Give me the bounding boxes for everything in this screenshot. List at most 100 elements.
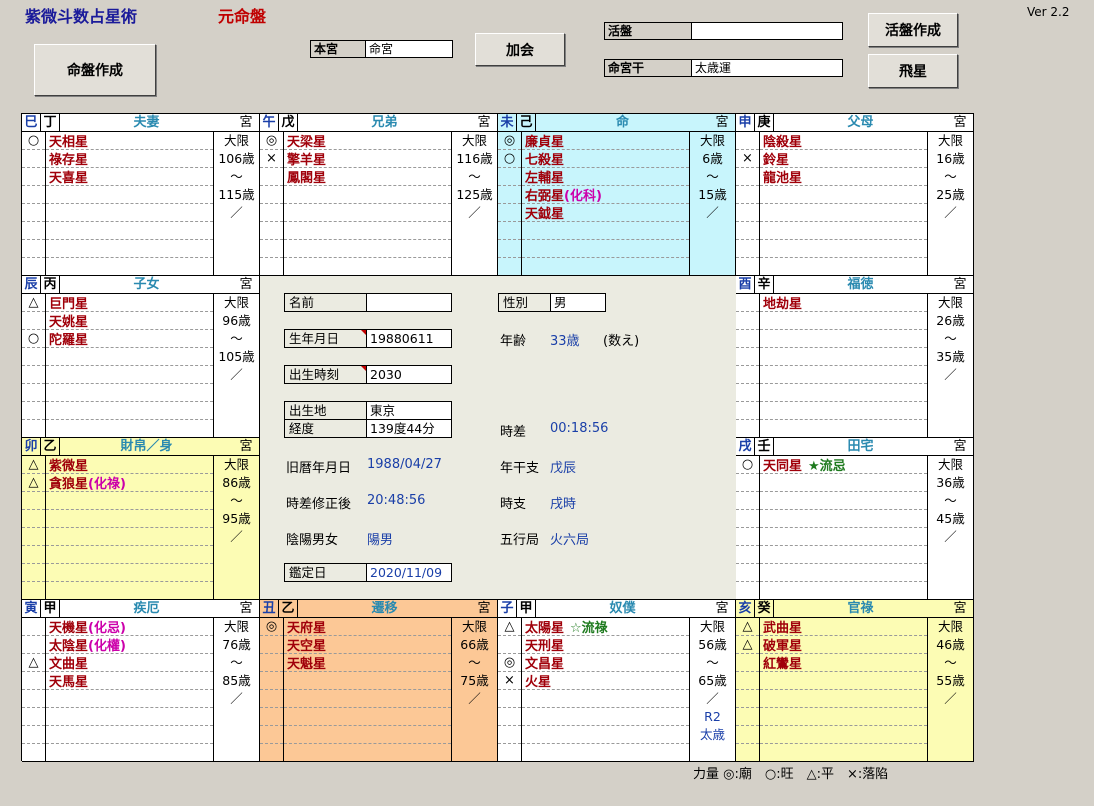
- name-field[interactable]: 名前: [284, 293, 452, 312]
- inyo-label: 陰陽男女: [286, 533, 339, 548]
- strength-mark: [736, 708, 759, 726]
- strength-mark: ×: [736, 150, 759, 168]
- star-row: [46, 492, 213, 510]
- strength-mark: [22, 708, 45, 726]
- timediff-value: 00:18:56: [550, 421, 609, 436]
- daigen-text: R2: [704, 709, 721, 724]
- daigen-text: 16歳: [936, 151, 965, 166]
- daigen-text: ～: [944, 331, 957, 346]
- star-row: [522, 258, 689, 275]
- transform-tag: (化權): [88, 639, 126, 654]
- star-row: 巨門星: [46, 294, 213, 312]
- strength-mark: [736, 384, 759, 402]
- star-column: 天機星 (化忌) 太陰星 (化權) 文曲星 天馬星: [46, 618, 214, 761]
- daigen-text: 15歳: [698, 187, 727, 202]
- star-row: [760, 474, 927, 492]
- strength-column: △ ○: [22, 294, 46, 437]
- birthdate-field[interactable]: 生年月日 19880611: [284, 329, 452, 348]
- strength-mark: [22, 564, 45, 582]
- palace-you: 酉辛 福徳 宮地劫星 大限 26歳 ～ 35歳 ／: [736, 276, 974, 438]
- daigen-text: 大限: [223, 457, 249, 472]
- hisei-button[interactable]: 飛星: [868, 54, 958, 88]
- star-row: [522, 726, 689, 744]
- sex-field[interactable]: 性別男: [498, 293, 606, 312]
- daigen-text: 56歳: [698, 637, 727, 652]
- daigen-text: 85歳: [222, 673, 251, 688]
- strength-mark: [498, 744, 521, 761]
- star-row: 地劫星: [760, 294, 927, 312]
- meikyukan-field[interactable]: 命宮干 太歳運: [604, 59, 843, 77]
- star-row: [284, 672, 451, 690]
- strength-mark: △: [22, 294, 45, 312]
- transform-tag: (化祿): [88, 477, 126, 492]
- palace-name: 官祿: [847, 601, 874, 616]
- palace-stem: 戊: [279, 114, 298, 131]
- star-name: 陰殺星: [763, 135, 803, 150]
- birthdate-label: 生年月日: [285, 330, 367, 347]
- birthtime-field[interactable]: 出生時刻 2030: [284, 365, 452, 384]
- star-row: [46, 708, 213, 726]
- strength-column: △ ◎ ×: [498, 618, 522, 761]
- star-name: 天魁星: [287, 657, 327, 672]
- star-row: [760, 186, 927, 204]
- flow-star-tag: ☆流祿: [570, 621, 608, 636]
- star-row: 天空星: [284, 636, 451, 654]
- strength-mark: [736, 744, 759, 761]
- strength-mark: [736, 492, 759, 510]
- longitude-field[interactable]: 経度 139度44分: [284, 419, 452, 438]
- star-column: 太陽星 ☆流祿 天刑星 文昌星 火星: [522, 618, 690, 761]
- strength-mark: [736, 204, 759, 222]
- daigen-text: 95歳: [222, 511, 251, 526]
- palace-mao: 卯乙財帛／身宮 △ △ 紫微星 貪狼星 (化祿) 大限 86歳～ 95歳／: [22, 438, 260, 600]
- daigen-column: 大限 16歳 ～ 25歳 ／: [928, 132, 973, 275]
- star-row: [760, 258, 927, 275]
- strength-mark: [22, 618, 45, 636]
- palace-stem: 丙: [41, 276, 60, 293]
- strength-mark: △: [22, 456, 45, 474]
- strength-mark: [736, 726, 759, 744]
- strength-mark: [22, 348, 45, 366]
- strength-mark: [260, 636, 283, 654]
- daigen-column: 大限 56歳 ～ 65歳 ／ R2 太歳: [690, 618, 735, 761]
- palace-header: 亥癸 官祿 宮: [736, 600, 973, 618]
- palace-name: 田宅: [847, 439, 874, 454]
- kakai-button[interactable]: 加会: [475, 33, 565, 66]
- create-katsuban-button[interactable]: 活盤作成: [868, 13, 958, 47]
- kantei-field[interactable]: 鑑定日 2020/11/09: [284, 563, 452, 582]
- daigen-text: 6歳: [702, 151, 723, 166]
- age-note: (数え): [603, 334, 640, 349]
- palace-header: 未己 命 宮: [498, 114, 735, 132]
- star-row: [284, 744, 451, 761]
- daigen-text: 大限: [223, 133, 249, 148]
- strength-mark: [22, 636, 45, 654]
- daigen-text: 105歳: [218, 349, 255, 364]
- daigen-text: 125歳: [456, 187, 493, 202]
- star-row: 文曲星: [46, 654, 213, 672]
- age-value: 33歳: [550, 334, 580, 349]
- daigen-text: ／: [468, 691, 481, 706]
- star-name: 擎羊星: [287, 153, 327, 168]
- star-row: 天梁星: [284, 132, 451, 150]
- strength-mark: [260, 654, 283, 672]
- info-panel: 名前 性別男 生年月日 19880611 年齢 33歳 (数え) 出生時刻 2030…: [260, 276, 737, 600]
- star-row: 太陽星 ☆流祿: [522, 618, 689, 636]
- create-chart-button[interactable]: 命盤作成: [34, 44, 156, 96]
- star-row: [46, 546, 213, 564]
- honkyu-field[interactable]: 本宮 命宮: [310, 40, 453, 58]
- daigen-text: 26歳: [936, 313, 965, 328]
- strength-mark: △: [22, 654, 45, 672]
- daigen-text: 116歳: [456, 151, 493, 166]
- star-name: 天梁星: [287, 135, 327, 150]
- strength-mark: △: [498, 618, 521, 636]
- star-row: 天機星 (化忌): [46, 618, 213, 636]
- katsuban-field[interactable]: 活盤: [604, 22, 843, 40]
- star-row: 天鉞星: [522, 204, 689, 222]
- palace-name: 子女: [133, 277, 160, 292]
- star-row: 七殺星: [522, 150, 689, 168]
- palace-branch: 申: [736, 114, 755, 131]
- palace-zi: 子甲 奴僕 宮 △ ◎ × 太陽星 ☆流祿 天刑星 文昌星 火星 大限 56歳 ～ 65歳 ／ R2 太歳: [498, 600, 736, 762]
- birthplace-field[interactable]: 出生地 東京: [284, 401, 452, 420]
- katsuban-value: [692, 23, 698, 39]
- star-row: 天姚星: [46, 312, 213, 330]
- strength-mark: [736, 546, 759, 564]
